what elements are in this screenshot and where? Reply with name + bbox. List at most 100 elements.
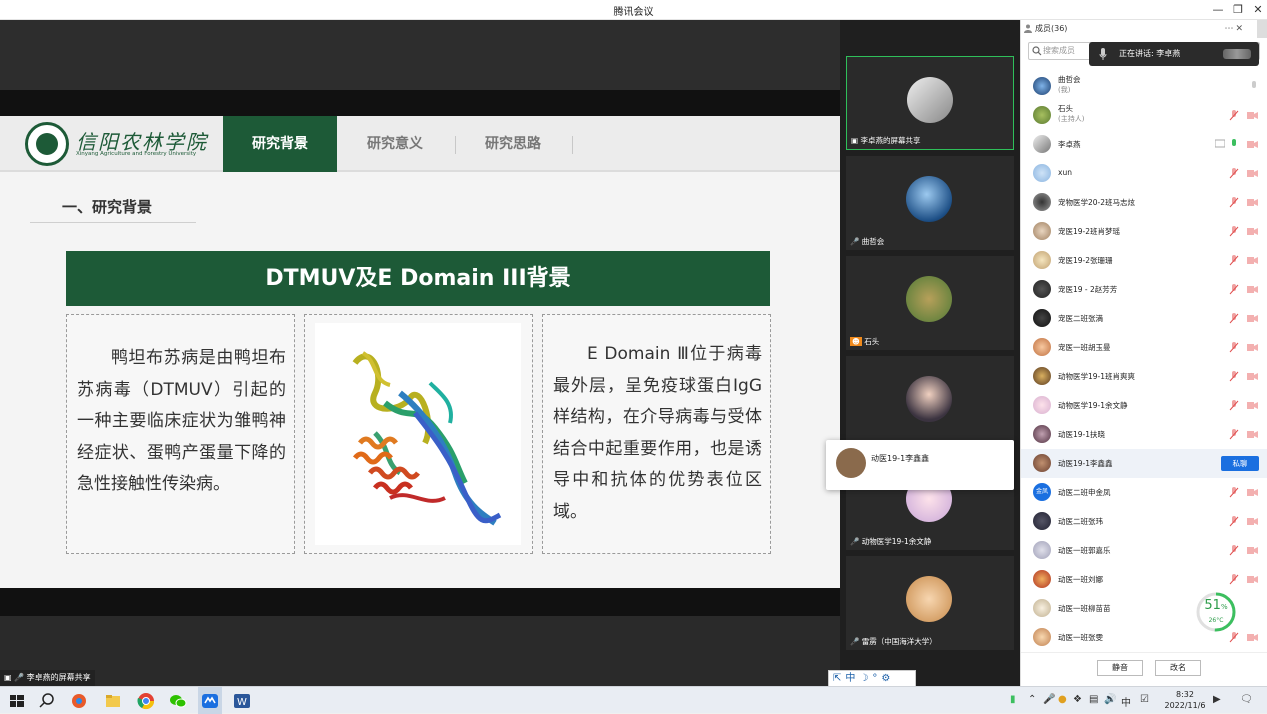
private-chat-button[interactable]: 私聊: [1221, 456, 1259, 471]
desktop-icon[interactable]: ▶: [1213, 694, 1221, 705]
mic-muted-icon[interactable]: [1229, 632, 1239, 643]
camera-off-icon[interactable]: [1247, 343, 1258, 352]
mic-muted-icon[interactable]: [1229, 545, 1239, 556]
cpu-gauge[interactable]: 51% 26°C: [1195, 591, 1237, 633]
mic-muted-icon[interactable]: [1229, 429, 1239, 440]
list-item[interactable]: 动医一班郭嘉乐: [1021, 536, 1267, 565]
mic-muted-icon[interactable]: [1229, 313, 1239, 324]
more-icon[interactable]: ⋯: [1224, 24, 1235, 34]
wifi-icon[interactable]: ▤: [1089, 694, 1098, 705]
security-icon[interactable]: ☑: [1140, 694, 1149, 705]
camera-off-icon[interactable]: [1247, 633, 1258, 642]
mic-muted-icon[interactable]: [1229, 110, 1239, 121]
camera-off-icon[interactable]: [1247, 256, 1258, 265]
camera-off-icon[interactable]: [1247, 488, 1258, 497]
wechat-icon[interactable]: [169, 692, 187, 710]
camera-off-icon[interactable]: [1247, 227, 1258, 236]
mic-active-icon[interactable]: [1229, 139, 1239, 150]
camera-off-icon[interactable]: [1247, 198, 1258, 207]
camera-off-icon[interactable]: [1247, 372, 1258, 381]
camera-off-icon[interactable]: [1247, 430, 1258, 439]
volume-icon[interactable]: 🔊: [1104, 694, 1116, 705]
mic-icon[interactable]: [1249, 81, 1259, 92]
camera-off-icon[interactable]: [1247, 575, 1258, 584]
mic-muted-icon[interactable]: [1229, 197, 1239, 208]
list-item[interactable]: xun: [1021, 159, 1267, 188]
list-item[interactable]: 动医19-1李鑫鑫 私聊: [1021, 449, 1267, 478]
camera-off-icon[interactable]: [1247, 546, 1258, 555]
ime-expand-icon[interactable]: ⇱: [833, 673, 845, 684]
file-explorer-icon[interactable]: [104, 692, 122, 710]
camera-off-icon[interactable]: [1247, 285, 1258, 294]
windows-start-icon[interactable]: [8, 692, 26, 710]
mic-muted-icon[interactable]: [1229, 255, 1239, 266]
mic-muted-icon[interactable]: [1229, 371, 1239, 382]
minimize-button[interactable]: —: [1210, 2, 1226, 18]
camera-off-icon[interactable]: [1247, 314, 1258, 323]
settings-icon[interactable]: ⚙: [881, 673, 894, 684]
list-item[interactable]: 金凤 动医二班申金凤: [1021, 478, 1267, 507]
list-item[interactable]: 宠物医学20-2班马志炫: [1021, 188, 1267, 217]
search-icon[interactable]: [38, 692, 56, 710]
list-item[interactable]: 宠医19 - 2赵芳芳: [1021, 275, 1267, 304]
list-item[interactable]: 宠医二班张満: [1021, 304, 1267, 333]
chrome-icon[interactable]: [137, 692, 155, 710]
video-tile[interactable]: [846, 356, 1014, 450]
network-app-icon[interactable]: ❖: [1073, 694, 1082, 705]
mic-muted-icon[interactable]: [1229, 226, 1239, 237]
list-item[interactable]: 李卓燕: [1021, 130, 1267, 159]
panel-actions: ⋯✕: [1224, 20, 1245, 38]
mic-muted-icon[interactable]: [1229, 516, 1239, 527]
camera-off-icon[interactable]: [1247, 111, 1258, 120]
mic-muted-icon[interactable]: [1229, 284, 1239, 295]
list-item[interactable]: 动物医学19-1班肖爽爽: [1021, 362, 1267, 391]
camera-off-icon[interactable]: [1247, 401, 1258, 410]
mic-muted-icon[interactable]: [1229, 400, 1239, 411]
list-item[interactable]: 动医二班张玮: [1021, 507, 1267, 536]
tray-expand-icon[interactable]: ⌃: [1028, 694, 1036, 705]
tile-label: 🎤 曲哲会: [850, 237, 885, 246]
app-icon[interactable]: [70, 692, 88, 710]
notification-icon[interactable]: 🗨: [1240, 694, 1253, 705]
mute-all-button[interactable]: 静音: [1097, 660, 1143, 676]
camera-off-icon[interactable]: [1247, 169, 1258, 178]
moon-icon[interactable]: ☽: [859, 673, 872, 684]
battery-icon[interactable]: ▮: [1010, 694, 1016, 705]
app-tray-icon[interactable]: ●: [1058, 694, 1067, 705]
panel-scrollbar[interactable]: [1257, 20, 1267, 38]
video-tile[interactable]: 🎤 雷雳（中国海洋大学）: [846, 556, 1014, 650]
word-icon[interactable]: W: [233, 692, 251, 710]
list-item[interactable]: 曲哲会 (我): [1021, 72, 1267, 101]
video-tile[interactable]: ▣ 李卓燕的屏幕共享: [846, 56, 1014, 150]
mic-muted-icon[interactable]: [1229, 168, 1239, 179]
slide-tab-background: 研究背景: [223, 116, 337, 172]
ime-indicator[interactable]: 中: [1121, 694, 1131, 709]
camera-off-icon[interactable]: [1247, 140, 1258, 149]
mic-muted-icon[interactable]: [1229, 342, 1239, 353]
mic-muted-icon[interactable]: [1229, 487, 1239, 498]
tencent-meeting-icon[interactable]: [201, 692, 219, 710]
member-hover-card[interactable]: 动医19-1李鑫鑫: [826, 440, 1014, 490]
mic-icon[interactable]: 🎤: [1043, 694, 1055, 705]
list-item[interactable]: 宠医一班胡玉曼: [1021, 333, 1267, 362]
restore-button[interactable]: ❐: [1230, 2, 1246, 18]
camera-off-icon[interactable]: [1247, 517, 1258, 526]
list-item[interactable]: 宠医19-2班肖梦瑶: [1021, 217, 1267, 246]
mic-muted-icon[interactable]: [1229, 574, 1239, 585]
close-button[interactable]: ✕: [1250, 2, 1266, 18]
list-item[interactable]: 石头 (主持人): [1021, 101, 1267, 130]
video-tile[interactable]: 🎤 曲哲会: [846, 156, 1014, 250]
list-item[interactable]: 动医一班刘娜: [1021, 565, 1267, 594]
mic-icon: [1099, 48, 1107, 60]
avatar: [1033, 396, 1051, 414]
rename-button[interactable]: 改名: [1155, 660, 1201, 676]
video-tiles-column[interactable]: ▣ 李卓燕的屏幕共享 🎤 曲哲会 ☻ 石头 🎤 动物医学19-1余文静 🎤 雷雳…: [840, 20, 1020, 686]
list-item[interactable]: 动物医学19-1余文静: [1021, 391, 1267, 420]
video-tile[interactable]: ☻ 石头: [846, 256, 1014, 350]
punct-icon[interactable]: °: [872, 673, 881, 684]
taskbar-clock[interactable]: 8:32 2022/11/6: [1160, 689, 1210, 711]
close-icon[interactable]: ✕: [1235, 24, 1245, 34]
list-item[interactable]: 宠医19-2张珊珊: [1021, 246, 1267, 275]
list-item[interactable]: 动医19-1扶晓: [1021, 420, 1267, 449]
host-icon: ☻: [850, 337, 862, 346]
